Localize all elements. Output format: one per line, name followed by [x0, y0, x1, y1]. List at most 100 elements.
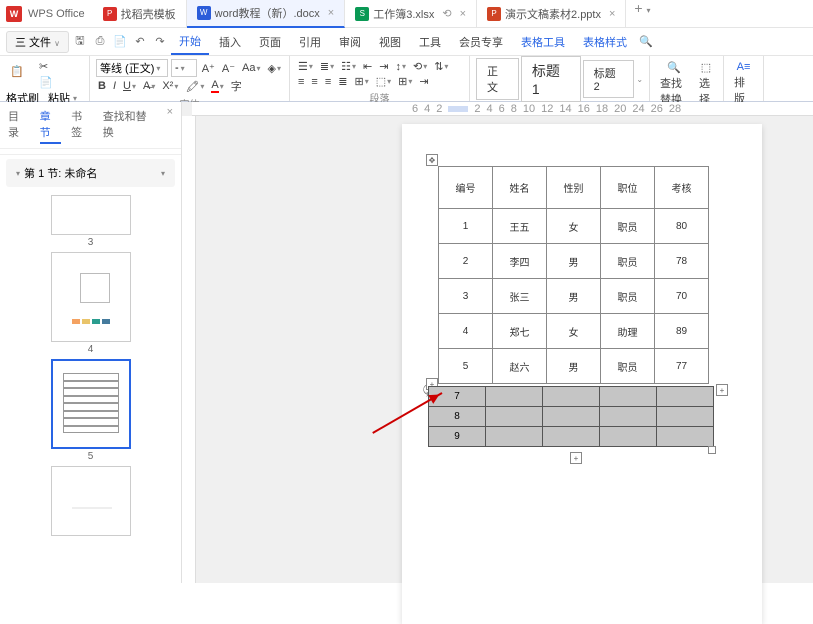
border-icon[interactable]: ⊞▾: [396, 74, 414, 89]
thumb-3[interactable]: 3: [40, 195, 141, 248]
indent-icon[interactable]: ⇥: [377, 59, 390, 74]
cell[interactable]: 77: [655, 349, 709, 384]
style-h2[interactable]: 标题 2: [583, 60, 635, 98]
cell[interactable]: [600, 387, 657, 407]
bold-icon[interactable]: B: [96, 79, 108, 93]
font-size-select[interactable]: -▾: [171, 59, 197, 77]
bullet-list-icon[interactable]: ☰▾: [296, 59, 315, 74]
number-list-icon[interactable]: ≣▾: [318, 59, 336, 74]
save-icon[interactable]: 🖫: [71, 33, 89, 51]
highlight-icon[interactable]: 🖍▾: [183, 79, 206, 94]
cell[interactable]: [543, 387, 600, 407]
direction-icon[interactable]: ⟲▾: [411, 59, 429, 74]
cell[interactable]: 80: [655, 209, 709, 244]
sp-tab-bookmark[interactable]: 书签: [71, 106, 93, 144]
menu-tools[interactable]: 工具: [411, 30, 449, 54]
cell[interactable]: 5: [439, 349, 493, 384]
resize-handle[interactable]: [708, 446, 716, 454]
menu-view[interactable]: 视图: [371, 30, 409, 54]
close-icon[interactable]: ×: [609, 8, 615, 20]
cell[interactable]: 张三: [493, 279, 547, 314]
cell[interactable]: 职员: [601, 209, 655, 244]
redo-icon[interactable]: ↷: [151, 33, 169, 51]
cell[interactable]: 助理: [601, 314, 655, 349]
table-move-handle[interactable]: ✥: [426, 154, 438, 166]
undo-icon[interactable]: ↶: [131, 33, 149, 51]
shading-icon[interactable]: ⬚▾: [374, 74, 393, 89]
close-icon[interactable]: ×: [460, 8, 466, 20]
style-normal[interactable]: 正文: [476, 58, 519, 100]
section-header[interactable]: ▾ 第 1 节: 未命名 ▾: [6, 159, 175, 187]
align-center-icon[interactable]: ≡: [309, 75, 319, 89]
tab-word-doc[interactable]: W word教程（新）.docx ×: [187, 0, 346, 28]
add-row-handle[interactable]: +: [570, 452, 582, 464]
tab-pptx[interactable]: P 演示文稿素材2.pptx ×: [477, 0, 626, 28]
cell[interactable]: [657, 387, 714, 407]
cell[interactable]: [657, 407, 714, 427]
horizontal-ruler[interactable]: 6422468101214161820242628: [192, 102, 813, 116]
cell[interactable]: [486, 407, 543, 427]
change-case-icon[interactable]: Aa▾: [240, 61, 262, 75]
shrink-font-icon[interactable]: A⁻: [220, 61, 237, 76]
cell[interactable]: 李四: [493, 244, 547, 279]
align-left-icon[interactable]: ≡: [296, 75, 306, 89]
cell[interactable]: 女: [547, 209, 601, 244]
strike-icon[interactable]: A̶▾: [141, 79, 157, 93]
justify-icon[interactable]: ≣: [336, 74, 349, 89]
outdent-icon[interactable]: ⇤: [361, 59, 374, 74]
sp-tab-section[interactable]: 章节: [40, 106, 62, 144]
th-position[interactable]: 职位: [601, 167, 655, 209]
cell[interactable]: [600, 427, 657, 447]
menu-page[interactable]: 页面: [251, 30, 289, 54]
cell[interactable]: 9: [429, 427, 486, 447]
sp-tab-find[interactable]: 查找和替换: [103, 106, 157, 144]
cell[interactable]: [486, 427, 543, 447]
thumb-6[interactable]: [40, 466, 141, 536]
sort-icon[interactable]: ⇅▾: [432, 59, 450, 74]
cell[interactable]: 男: [547, 349, 601, 384]
cell[interactable]: 职员: [601, 279, 655, 314]
cell[interactable]: 3: [439, 279, 493, 314]
cell[interactable]: [486, 387, 543, 407]
cell[interactable]: 男: [547, 244, 601, 279]
cell[interactable]: 1: [439, 209, 493, 244]
font-family-select[interactable]: 等线 (正文)▾: [96, 59, 168, 77]
cell[interactable]: 89: [655, 314, 709, 349]
thumb-5[interactable]: 5: [40, 359, 141, 462]
menu-review[interactable]: 审阅: [331, 30, 369, 54]
cell[interactable]: 70: [655, 279, 709, 314]
phonetic-icon[interactable]: 字: [229, 77, 244, 95]
arrange-button[interactable]: A≡排版: [730, 59, 757, 108]
tab-template[interactable]: P 找稻壳模板: [93, 0, 187, 28]
extended-rows[interactable]: 7 8 9: [428, 386, 714, 447]
data-table[interactable]: 编号 姓名 性别 职位 考核 1王五女职员80 2李四男职员78 3张三男职员7…: [438, 166, 709, 384]
cell[interactable]: 78: [655, 244, 709, 279]
cell[interactable]: 赵六: [493, 349, 547, 384]
menu-insert[interactable]: 插入: [211, 30, 249, 54]
close-icon[interactable]: ⟲: [442, 7, 451, 20]
file-menu[interactable]: 三 文件 ∨: [6, 31, 69, 53]
menu-vip[interactable]: 会员专享: [451, 30, 511, 54]
cell[interactable]: 8: [429, 407, 486, 427]
print-icon[interactable]: ⎙: [91, 33, 109, 51]
align-right-icon[interactable]: ≡: [323, 75, 333, 89]
line-spacing-icon[interactable]: ↕▾: [393, 60, 408, 74]
vertical-ruler[interactable]: [182, 116, 196, 583]
italic-icon[interactable]: I: [111, 79, 118, 93]
style-h1[interactable]: 标题 1: [521, 56, 581, 102]
th-gender[interactable]: 性别: [547, 167, 601, 209]
cell[interactable]: 女: [547, 314, 601, 349]
menu-table-tools[interactable]: 表格工具: [513, 30, 573, 54]
cell[interactable]: 郑七: [493, 314, 547, 349]
cell[interactable]: [657, 427, 714, 447]
tab-xlsx[interactable]: S 工作簿3.xlsx ⟲ ×: [345, 0, 477, 28]
multilevel-icon[interactable]: ☷▾: [339, 59, 358, 74]
cell[interactable]: [543, 427, 600, 447]
cell[interactable]: 男: [547, 279, 601, 314]
cut-button[interactable]: ✂: [37, 59, 55, 74]
menu-reference[interactable]: 引用: [291, 30, 329, 54]
cell[interactable]: 职员: [601, 244, 655, 279]
cell[interactable]: 2: [439, 244, 493, 279]
grow-font-icon[interactable]: A⁺: [200, 61, 217, 76]
style-more-icon[interactable]: ⌄: [636, 75, 643, 84]
